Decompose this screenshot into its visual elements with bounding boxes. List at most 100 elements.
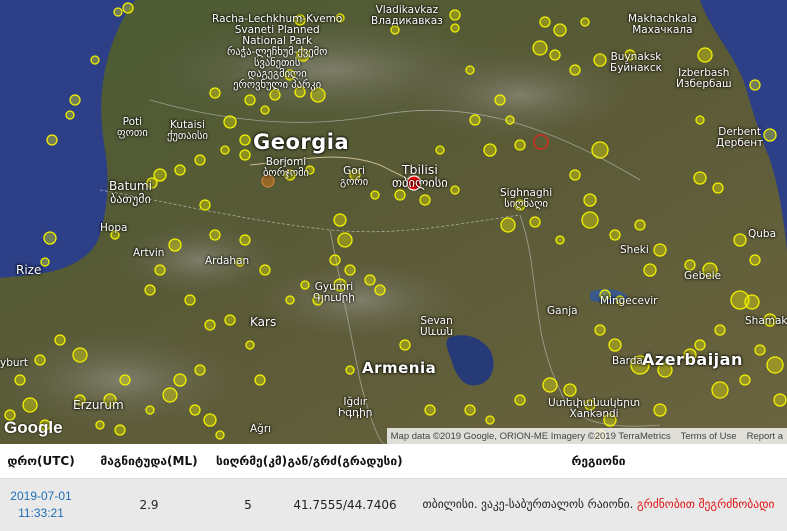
past-event-marker[interactable] <box>14 374 26 386</box>
past-event-marker[interactable] <box>555 235 565 245</box>
past-event-marker[interactable] <box>239 234 251 246</box>
past-event-marker[interactable] <box>144 284 156 296</box>
past-event-marker[interactable] <box>693 171 707 185</box>
past-event-marker[interactable] <box>168 238 182 252</box>
past-event-marker[interactable] <box>65 110 75 120</box>
past-event-marker[interactable] <box>580 17 590 27</box>
past-event-marker[interactable] <box>394 189 406 201</box>
past-event-marker[interactable] <box>581 211 599 229</box>
past-event-marker[interactable] <box>697 47 713 63</box>
past-event-marker[interactable] <box>194 154 206 166</box>
past-event-marker[interactable] <box>569 169 581 181</box>
past-event-marker[interactable] <box>634 219 646 231</box>
past-event-marker[interactable] <box>591 141 609 159</box>
past-event-marker[interactable] <box>653 403 667 417</box>
past-event-marker[interactable] <box>184 294 196 306</box>
past-event-marker[interactable] <box>215 430 225 440</box>
past-event-marker[interactable] <box>483 143 497 157</box>
cell-time[interactable]: 2019-07-01 11:33:21 <box>0 488 82 523</box>
past-event-marker[interactable] <box>749 254 761 266</box>
past-event-marker[interactable] <box>712 182 724 194</box>
past-event-marker[interactable] <box>154 264 166 276</box>
past-event-marker[interactable] <box>695 115 705 125</box>
cell-clock[interactable]: 11:33:21 <box>0 505 82 522</box>
past-event-marker[interactable] <box>95 420 105 430</box>
past-event-marker[interactable] <box>285 295 295 305</box>
past-event-marker[interactable] <box>345 365 355 375</box>
past-event-marker[interactable] <box>749 79 761 91</box>
past-event-marker[interactable] <box>220 145 230 155</box>
past-event-marker[interactable] <box>337 232 353 248</box>
past-event-marker[interactable] <box>203 413 217 427</box>
past-event-marker[interactable] <box>419 194 431 206</box>
past-event-marker[interactable] <box>583 193 597 207</box>
past-event-marker[interactable] <box>260 105 270 115</box>
past-event-marker[interactable] <box>609 229 621 241</box>
past-event-marker[interactable] <box>244 94 256 106</box>
past-event-marker[interactable] <box>553 23 567 37</box>
past-event-marker[interactable] <box>514 139 526 151</box>
past-event-marker[interactable] <box>254 374 266 386</box>
terms-of-use-link[interactable]: Terms of Use <box>681 431 737 442</box>
past-event-marker[interactable] <box>500 217 516 233</box>
past-event-marker[interactable] <box>643 263 657 277</box>
past-event-marker[interactable] <box>113 7 123 17</box>
past-event-marker[interactable] <box>739 374 751 386</box>
past-event-marker[interactable] <box>542 377 558 393</box>
past-event-marker[interactable] <box>162 387 178 403</box>
past-event-marker[interactable] <box>450 185 460 195</box>
past-event-marker[interactable] <box>593 53 607 67</box>
past-event-marker[interactable] <box>773 393 787 407</box>
past-event-marker[interactable] <box>46 134 58 146</box>
table-row[interactable]: 2019-07-01 11:33:21 2.9 5 41.7555/44.740… <box>0 479 787 531</box>
past-event-marker[interactable] <box>594 324 606 336</box>
past-event-marker[interactable] <box>40 257 50 267</box>
past-event-marker[interactable] <box>449 9 461 21</box>
past-event-marker[interactable] <box>189 404 201 416</box>
past-event-marker[interactable] <box>539 16 551 28</box>
past-event-marker[interactable] <box>72 347 88 363</box>
past-event-marker[interactable] <box>54 334 66 346</box>
past-event-marker[interactable] <box>199 199 211 211</box>
past-event-marker[interactable] <box>653 243 667 257</box>
past-event-marker[interactable] <box>122 2 134 14</box>
past-event-marker[interactable] <box>269 89 281 101</box>
past-event-marker[interactable] <box>223 115 237 129</box>
past-event-marker[interactable] <box>766 356 784 374</box>
past-event-marker[interactable] <box>464 404 476 416</box>
past-event-marker[interactable] <box>450 23 460 33</box>
past-event-marker[interactable] <box>245 340 255 350</box>
past-event-marker[interactable] <box>563 383 577 397</box>
past-event-marker[interactable] <box>465 65 475 75</box>
past-event-marker[interactable] <box>714 324 726 336</box>
past-event-marker[interactable] <box>300 280 310 290</box>
past-event-marker[interactable] <box>435 145 445 155</box>
past-event-marker[interactable] <box>505 115 515 125</box>
past-event-marker[interactable] <box>209 229 221 241</box>
past-event-marker[interactable] <box>763 128 777 142</box>
past-event-marker[interactable] <box>711 381 729 399</box>
past-event-marker[interactable] <box>494 94 506 106</box>
past-event-marker[interactable] <box>399 339 411 351</box>
past-event-marker[interactable] <box>390 25 400 35</box>
past-event-marker[interactable] <box>329 254 341 266</box>
past-event-marker[interactable] <box>69 94 81 106</box>
cell-date[interactable]: 2019-07-01 <box>0 488 82 505</box>
past-event-marker[interactable] <box>194 364 206 376</box>
past-event-marker[interactable] <box>374 284 386 296</box>
past-event-marker[interactable] <box>424 404 436 416</box>
report-error-link[interactable]: Report a <box>747 431 783 442</box>
past-event-marker[interactable] <box>469 114 481 126</box>
past-event-marker[interactable] <box>532 40 548 56</box>
past-event-marker[interactable] <box>694 339 706 351</box>
past-event-marker[interactable] <box>364 274 376 286</box>
past-event-marker[interactable] <box>608 338 622 352</box>
past-event-marker[interactable] <box>204 319 216 331</box>
past-event-marker[interactable] <box>684 259 696 271</box>
past-event-marker[interactable] <box>119 374 131 386</box>
past-event-marker[interactable] <box>259 264 271 276</box>
past-event-marker[interactable] <box>90 55 100 65</box>
past-event-marker[interactable] <box>514 394 526 406</box>
past-event-marker[interactable] <box>43 231 57 245</box>
past-event-marker[interactable] <box>34 354 46 366</box>
